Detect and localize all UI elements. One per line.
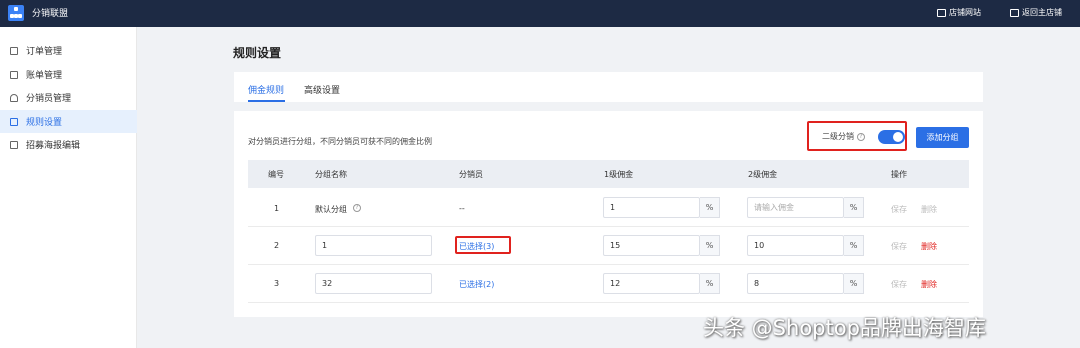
row3-level2-input[interactable]: 8 bbox=[747, 273, 844, 294]
sidebar-item-label: 分销员管理 bbox=[26, 94, 72, 104]
row1-level1-value: 1 bbox=[610, 203, 616, 212]
row3-members-link[interactable]: 已选择(2) bbox=[459, 279, 494, 290]
row3-level1-unit: % bbox=[700, 273, 720, 294]
app-title: 分销联盟 bbox=[32, 9, 69, 19]
active-tab-indicator bbox=[248, 100, 285, 102]
add-group-button[interactable]: 添加分组 bbox=[916, 127, 969, 148]
row2-level1-input[interactable]: 15 bbox=[603, 235, 700, 256]
sidebar-item-poster[interactable]: 招募海报编辑 bbox=[0, 133, 137, 156]
highlight-box-selected bbox=[455, 236, 511, 254]
row1-id: 1 bbox=[274, 204, 280, 213]
bill-icon bbox=[10, 70, 18, 79]
col-actions-header: 操作 bbox=[891, 170, 907, 179]
row3-name-value: 32 bbox=[322, 279, 333, 288]
return-store-link[interactable]: 返回主店铺 bbox=[1010, 7, 1062, 18]
col-members-header: 分销员 bbox=[459, 170, 483, 179]
sidebar-item-label: 招募海报编辑 bbox=[26, 141, 81, 151]
help-icon[interactable]: ? bbox=[353, 204, 361, 212]
sidebar: 订单管理 账单管理 分销员管理 规则设置 招募海报编辑 bbox=[0, 27, 137, 348]
col-name-header: 分组名称 bbox=[315, 170, 347, 179]
sidebar-item-label: 账单管理 bbox=[26, 71, 63, 81]
level2-label: 二级分销 ? bbox=[822, 131, 865, 142]
row1-name: 默认分组 bbox=[315, 205, 347, 214]
monitor-icon bbox=[937, 8, 946, 17]
return-store-label: 返回主店铺 bbox=[1022, 8, 1062, 17]
row2-level1-value: 15 bbox=[610, 241, 621, 250]
sidebar-item-orders[interactable]: 订单管理 bbox=[0, 39, 137, 62]
row3-level2-value: 8 bbox=[754, 279, 760, 288]
row1-level2-input[interactable]: 请输入佣金 bbox=[747, 197, 844, 218]
row2-name-input[interactable]: 1 bbox=[315, 235, 432, 256]
row3-save-button[interactable]: 保存 bbox=[891, 279, 907, 290]
level2-toggle[interactable] bbox=[878, 130, 905, 144]
row3-level1-input[interactable]: 12 bbox=[603, 273, 700, 294]
row2-level2-value: 10 bbox=[754, 241, 765, 250]
toggle-knob bbox=[893, 132, 903, 142]
row2-delete-button[interactable]: 删除 bbox=[921, 241, 937, 252]
col-level2-header: 2级佣金 bbox=[748, 170, 778, 179]
sidebar-item-label: 订单管理 bbox=[26, 47, 63, 57]
tabs-bar: 佣金规则 高级设置 bbox=[234, 72, 983, 102]
row3-level1-value: 12 bbox=[610, 279, 621, 288]
sidebar-item-distributors[interactable]: 分销员管理 bbox=[0, 86, 137, 109]
rules-description: 对分销员进行分组，不同分销员可获不同的佣金比例 bbox=[248, 137, 432, 146]
row1-level2-placeholder: 请输入佣金 bbox=[754, 203, 794, 212]
row1-delete-button[interactable]: 删除 bbox=[921, 204, 937, 215]
row3-name-input[interactable]: 32 bbox=[315, 273, 432, 294]
org-chart-icon bbox=[8, 5, 24, 21]
row2-save-button[interactable]: 保存 bbox=[891, 241, 907, 252]
row1-level2-unit: % bbox=[844, 197, 864, 218]
sidebar-item-label: 规则设置 bbox=[26, 118, 63, 128]
row3-level2-unit: % bbox=[844, 273, 864, 294]
row1-members: -- bbox=[459, 204, 465, 213]
top-bar: 分销联盟 店铺网站 返回主店铺 bbox=[0, 0, 1080, 27]
user-icon bbox=[10, 93, 18, 102]
row-divider bbox=[248, 302, 969, 303]
row2-name-value: 1 bbox=[322, 241, 328, 250]
col-id-header: 编号 bbox=[268, 170, 284, 179]
help-icon[interactable]: ? bbox=[857, 132, 865, 141]
store-site-link[interactable]: 店铺网站 bbox=[937, 7, 981, 18]
sidebar-item-rules[interactable]: 规则设置 bbox=[0, 110, 137, 133]
order-icon bbox=[10, 46, 18, 55]
level2-label-text: 二级分销 bbox=[822, 132, 854, 141]
row1-level1-unit: % bbox=[700, 197, 720, 218]
tab-advanced-settings[interactable]: 高级设置 bbox=[304, 83, 340, 96]
poster-icon bbox=[10, 140, 18, 149]
return-store-icon bbox=[1010, 8, 1019, 17]
sidebar-item-bills[interactable]: 账单管理 bbox=[0, 63, 137, 86]
row-divider bbox=[248, 264, 969, 265]
row2-id: 2 bbox=[274, 241, 280, 250]
row3-delete-button[interactable]: 删除 bbox=[921, 279, 937, 290]
row2-level2-unit: % bbox=[844, 235, 864, 256]
col-level1-header: 1级佣金 bbox=[604, 170, 634, 179]
watermark: 头条 @Shoptop品牌出海智库 bbox=[703, 316, 986, 340]
tab-commission-rules[interactable]: 佣金规则 bbox=[248, 83, 284, 96]
row-divider bbox=[248, 226, 969, 227]
row1-level1-input[interactable]: 1 bbox=[603, 197, 700, 218]
row1-save-button[interactable]: 保存 bbox=[891, 204, 907, 215]
row2-level1-unit: % bbox=[700, 235, 720, 256]
rules-icon bbox=[10, 117, 18, 126]
row3-id: 3 bbox=[274, 279, 280, 288]
row2-level2-input[interactable]: 10 bbox=[747, 235, 844, 256]
store-site-label: 店铺网站 bbox=[949, 8, 981, 17]
page-title: 规则设置 bbox=[233, 46, 282, 60]
